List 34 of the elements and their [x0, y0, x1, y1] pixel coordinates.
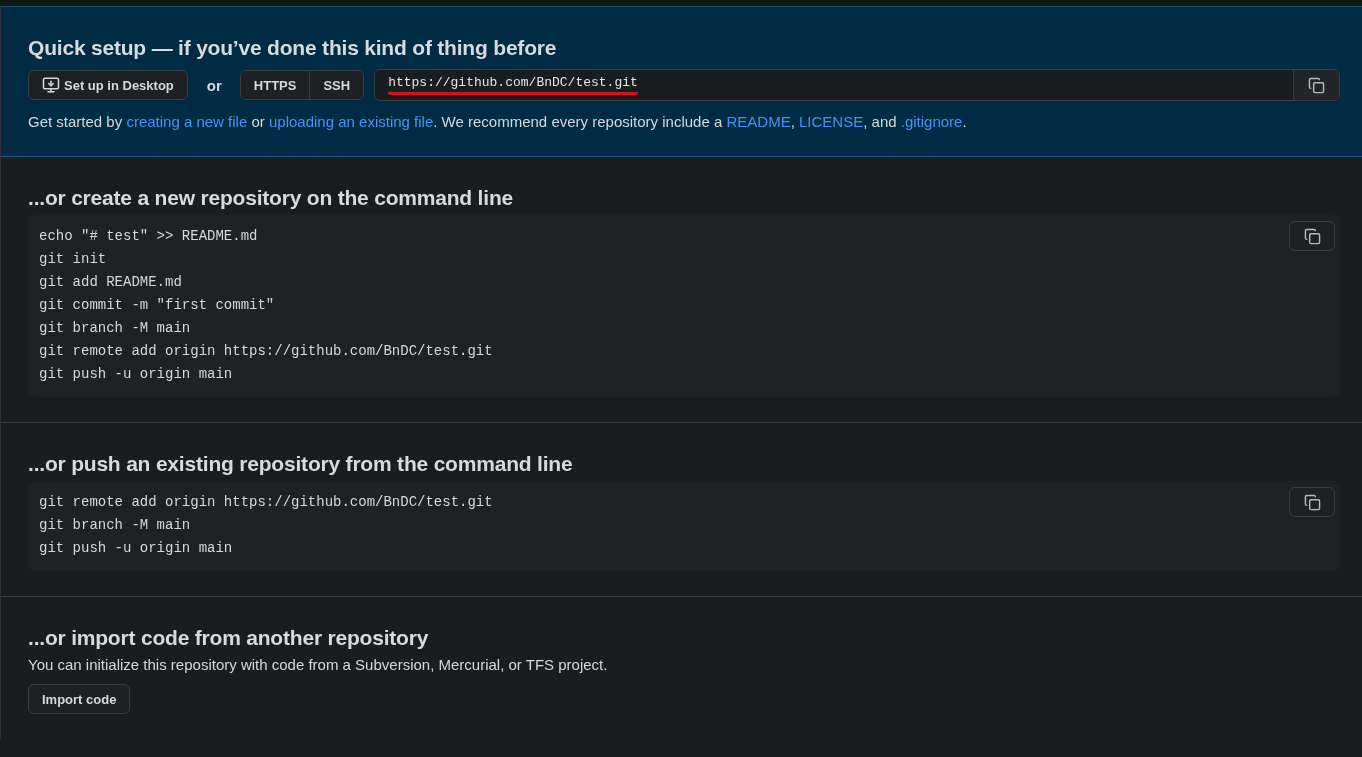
- clone-url-field[interactable]: https://github.com/BnDC/test.git: [374, 69, 1340, 101]
- link[interactable]: .gitignore: [900, 113, 963, 130]
- clone-url: https://github.com/BnDC/test.git: [388, 75, 638, 95]
- code-line: echo "# test" >> README.md: [39, 227, 258, 246]
- link[interactable]: creating a new file: [126, 113, 248, 130]
- section-description: You can initialize this repository with code from a Subversion, Mercurial, or TFS project.: [28, 656, 609, 673]
- code-line: git branch -M main: [39, 319, 191, 338]
- protocol-tab[interactable]: SSH: [309, 71, 364, 99]
- setup-desktop-button[interactable]: Set up in Desktop: [28, 70, 188, 100]
- section-heading: ...or create a new repository on the command line: [28, 186, 514, 210]
- code-line: git push -u origin main: [39, 539, 233, 558]
- desktop-download-icon: [42, 76, 60, 94]
- section-heading: ...or import code from another repository: [28, 626, 430, 650]
- copy-button[interactable]: [1293, 70, 1339, 100]
- copy-icon: [1303, 227, 1321, 245]
- code-line: git remote add origin https://github.com/BnDC/test.git: [39, 493, 493, 512]
- copy-button[interactable]: [1289, 221, 1335, 251]
- copy-icon: [1308, 76, 1325, 94]
- code-line: git add README.md: [39, 273, 182, 292]
- link[interactable]: README: [726, 113, 791, 130]
- intro-sentence: Get started by creating a new file or uploading an existing file. We recommend every repository include a README, LICENSE, and .gitignore.: [28, 113, 968, 130]
- code-line: git commit -m "first commit": [39, 296, 275, 315]
- or-label: or: [206, 76, 222, 94]
- code-line: git init: [39, 250, 107, 269]
- code-line: git push -u origin main: [39, 365, 233, 384]
- import-code-button[interactable]: Import code: [28, 684, 131, 714]
- code-line: git branch -M main: [39, 516, 191, 535]
- quick-setup-title: Quick setup — if you’ve done this kind of thing before: [28, 36, 558, 60]
- protocol-tab[interactable]: HTTPS: [240, 71, 310, 99]
- copy-button[interactable]: [1289, 487, 1335, 517]
- link[interactable]: uploading an existing file: [269, 113, 434, 130]
- code-line: git remote add origin https://github.com/BnDC/test.git: [39, 342, 493, 361]
- section-heading: ...or push an existing repository from the command line: [28, 452, 574, 476]
- copy-icon: [1303, 493, 1321, 511]
